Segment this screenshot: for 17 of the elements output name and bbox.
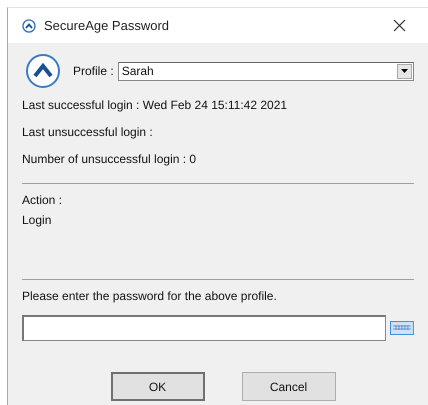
password-prompt: Please enter the password for the above profile. — [22, 289, 278, 304]
login-info-text: Number of unsuccessful login : 0 — [22, 152, 198, 167]
dialog-button[interactable]: Cancel — [242, 372, 336, 401]
action-value: Login — [22, 213, 52, 228]
dialog-button[interactable]: OK — [110, 372, 204, 401]
dropdown-arrow-icon — [401, 69, 408, 73]
logo-icon — [25, 53, 61, 89]
keyboard-icon[interactable] — [390, 321, 414, 335]
login-info-text: Last unsuccessful login : — [22, 125, 154, 140]
profile-dropdown[interactable]: Sarah — [118, 62, 414, 80]
window-title: SecureAge Password — [44, 18, 170, 33]
profile-label: Profile : — [73, 64, 114, 78]
action-label: Action : — [22, 193, 64, 208]
login-info-text: Last successful login : Wed Feb 24 15:11:42 2021 — [22, 98, 288, 113]
logo-icon — [22, 18, 36, 32]
password-field[interactable] — [22, 315, 386, 341]
close-icon[interactable] — [393, 19, 406, 32]
